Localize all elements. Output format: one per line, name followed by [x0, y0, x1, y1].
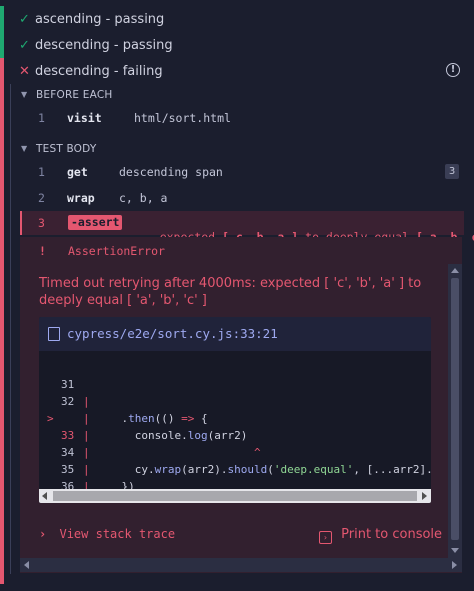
- chevron-right-icon: ›: [39, 527, 47, 541]
- test-body-header[interactable]: ▼ TEST BODY: [0, 140, 474, 160]
- command-row-visit[interactable]: 1 visit html/sort.html: [22, 106, 462, 130]
- scroll-up-arrow-icon[interactable]: [451, 268, 459, 273]
- code-line-32: 32 | console.log(arr2): [61, 395, 248, 442]
- code-line-36: 36 |: [61, 480, 90, 503]
- scroll-left-arrow-icon[interactable]: [24, 561, 29, 569]
- file-path-link[interactable]: cypress/e2e/sort.cy.js:33:21: [67, 326, 278, 341]
- alert-circle-icon[interactable]: !: [446, 63, 460, 77]
- scrollbar-thumb[interactable]: [53, 491, 417, 501]
- check-icon: ✓: [19, 37, 30, 53]
- code-line-31: 31 | .then(() => {: [61, 378, 208, 425]
- code-line-35: 35 | }): [61, 463, 122, 503]
- code-frame: cypress/e2e/sort.cy.js:33:21 31 | .then(…: [39, 317, 431, 503]
- code-line-caret: | ^: [83, 429, 261, 459]
- panel-horizontal-scrollbar[interactable]: [20, 558, 462, 572]
- file-icon: [48, 327, 60, 341]
- x-icon: ✕: [19, 63, 30, 79]
- check-icon: ✓: [19, 11, 30, 27]
- command-row-get[interactable]: 1 get descending span 3: [22, 160, 462, 184]
- test-label: descending - passing: [35, 37, 173, 53]
- scrollbar-thumb[interactable]: [451, 278, 459, 540]
- error-title: AssertionError: [68, 244, 165, 258]
- view-stack-trace-button[interactable]: › View stack trace: [39, 527, 175, 541]
- code-lines: 31 | .then(() => { 32 | console.log(arr2…: [39, 359, 431, 503]
- test-item-descending-failing[interactable]: ✕ descending - failing !: [0, 58, 474, 84]
- scroll-left-arrow-icon[interactable]: [42, 492, 47, 500]
- pass-indicator-bar: [0, 32, 4, 58]
- code-line-33: > 33 | cy.wrap(arr2).should('deep.equal'…: [47, 412, 431, 476]
- command-row-wrap[interactable]: 2 wrap c, b, a: [22, 186, 462, 210]
- chevron-down-icon: ▼: [21, 144, 28, 153]
- command-row-assert[interactable]: 3 -assert expected [ c, b, a ] to deeply…: [20, 211, 474, 244]
- print-to-console-button[interactable]: › Print to console: [319, 527, 442, 544]
- pass-indicator-bar: [0, 6, 4, 32]
- code-line-34: 34 | }): [61, 446, 135, 493]
- scroll-right-arrow-icon[interactable]: [452, 561, 457, 569]
- assert-badge: -assert: [68, 215, 123, 230]
- code-horizontal-scrollbar[interactable]: [39, 489, 431, 503]
- terminal-icon: ›: [319, 531, 332, 544]
- panel-vertical-scrollbar[interactable]: [448, 264, 462, 558]
- scroll-down-arrow-icon[interactable]: [451, 548, 459, 553]
- chevron-down-icon: ▼: [21, 90, 28, 99]
- error-message: Timed out retrying after 4000ms: expecte…: [39, 276, 422, 308]
- scroll-right-arrow-icon[interactable]: [422, 492, 427, 500]
- test-item-descending-passing[interactable]: ✓ descending - passing: [0, 32, 474, 58]
- error-header: ! AssertionError: [20, 243, 462, 261]
- command-number: 3: [38, 216, 45, 230]
- code-frame-header[interactable]: cypress/e2e/sort.cy.js:33:21: [39, 317, 431, 351]
- fail-indicator-bar: [0, 58, 4, 84]
- test-label: descending - failing: [35, 63, 163, 79]
- test-item-ascending-passing[interactable]: ✓ ascending - passing: [0, 6, 474, 32]
- test-label: ascending - passing: [35, 11, 165, 27]
- before-each-header[interactable]: ▼ BEFORE EACH: [0, 86, 474, 106]
- element-count-badge: 3: [445, 164, 459, 179]
- error-panel: ! AssertionError Timed out retrying afte…: [20, 237, 462, 573]
- error-bang-icon: !: [39, 244, 46, 258]
